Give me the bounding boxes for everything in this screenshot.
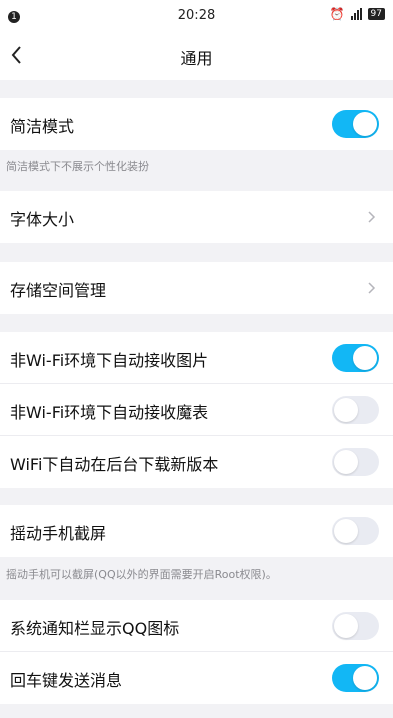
auto-receive-images-row[interactable]: 非Wi-Fi环境下自动接收图片: [0, 332, 393, 384]
nav-bar: 通用: [0, 30, 393, 80]
signal-icon: [350, 8, 362, 20]
auto-download-update-toggle[interactable]: [332, 448, 379, 476]
shake-screenshot-label: 摇动手机截屏: [10, 524, 107, 543]
shake-screenshot-toggle[interactable]: [332, 517, 379, 545]
alarm-icon: ⏰: [329, 7, 345, 21]
chevron-right-icon: [368, 282, 376, 294]
notify-bar-icon-row[interactable]: 系统通知栏显示QQ图标: [0, 600, 393, 652]
auto-receive-magic-toggle[interactable]: [332, 396, 379, 424]
enter-send-row[interactable]: 回车键发送消息: [0, 652, 393, 704]
notify-bar-icon-toggle[interactable]: [332, 612, 379, 640]
enter-send-toggle[interactable]: [332, 664, 379, 692]
page-title: 通用: [180, 49, 213, 68]
auto-receive-magic-row[interactable]: 非Wi-Fi环境下自动接收魔表: [0, 384, 393, 436]
storage-row[interactable]: 存储空间管理: [0, 262, 393, 314]
simple-mode-caption: 简洁模式下不展示个性化装扮: [6, 160, 149, 173]
simple-mode-toggle[interactable]: [332, 110, 379, 138]
font-size-row[interactable]: 字体大小: [0, 191, 393, 243]
auto-receive-magic-label: 非Wi-Fi环境下自动接收魔表: [10, 403, 209, 422]
simple-mode-row[interactable]: 简洁模式: [0, 98, 393, 150]
toggle-knob: [334, 614, 358, 638]
shake-screenshot-row[interactable]: 摇动手机截屏: [0, 505, 393, 557]
toggle-knob: [353, 666, 377, 690]
storage-label: 存储空间管理: [10, 281, 107, 300]
enter-send-label: 回车键发送消息: [10, 671, 123, 690]
notify-bar-icon-label: 系统通知栏显示QQ图标: [10, 619, 180, 638]
toggle-knob: [334, 450, 358, 474]
toggle-knob: [353, 346, 377, 370]
status-bar: 1 20:28 ⏰ 97: [0, 0, 393, 30]
chevron-right-icon: [368, 211, 376, 223]
shake-screenshot-caption: 摇动手机可以截屏(QQ以外的界面需要开启Root权限)。: [6, 568, 277, 581]
font-size-label: 字体大小: [10, 210, 75, 229]
auto-download-update-row[interactable]: WiFi下自动在后台下载新版本: [0, 436, 393, 488]
toggle-knob: [353, 112, 377, 136]
toggle-knob: [334, 398, 358, 422]
auto-receive-images-toggle[interactable]: [332, 344, 379, 372]
auto-receive-images-label: 非Wi-Fi环境下自动接收图片: [10, 351, 209, 370]
toggle-knob: [334, 519, 358, 543]
simple-mode-label: 简洁模式: [10, 117, 75, 136]
battery-icon: 97: [367, 8, 385, 20]
status-right: ⏰ 97: [330, 7, 385, 21]
auto-download-update-label: WiFi下自动在后台下载新版本: [10, 455, 219, 474]
